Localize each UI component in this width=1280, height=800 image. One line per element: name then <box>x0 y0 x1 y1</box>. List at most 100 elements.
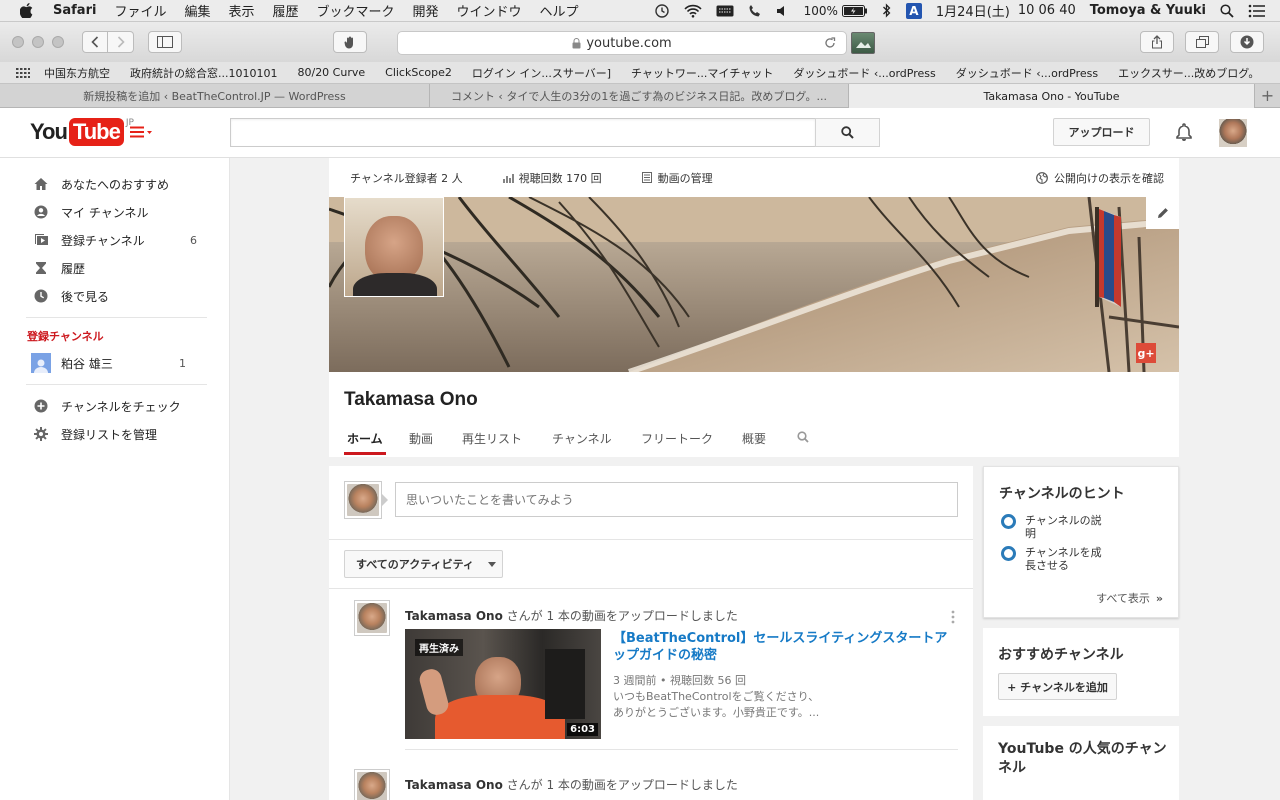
notification-center-icon[interactable] <box>1248 4 1266 18</box>
youtube-logo[interactable]: You Tube JP <box>30 118 134 146</box>
channel-avatar[interactable] <box>344 197 444 297</box>
recommended-channels-card: おすすめチャンネル + チャンネルを追加 <box>983 628 1179 716</box>
bookmark-item[interactable]: ダッシュボード ‹...ordPress <box>956 65 1098 81</box>
tab-wordpress-new-post[interactable]: 新規投稿を追加 ‹ BeatTheControl.JP — WordPress <box>0 84 430 108</box>
menu-app-name[interactable]: Safari <box>53 3 96 18</box>
clock-date[interactable]: 1月24日(土) <box>936 1 1010 20</box>
sidebar-section-title[interactable]: 登録チャンネル <box>0 325 229 349</box>
input-method-icon[interactable]: A <box>905 2 922 19</box>
bookmark-item[interactable]: ClickScope2 <box>385 66 452 79</box>
channel-search-icon[interactable] <box>797 431 809 443</box>
clock-time[interactable]: 10 06 40 <box>1018 3 1076 18</box>
tab-home[interactable]: ホーム <box>347 430 383 447</box>
phone-icon[interactable] <box>748 4 762 18</box>
tab-discussion[interactable]: フリートーク <box>641 430 713 447</box>
activity-filter-dropdown[interactable]: すべてのアクティビティ <box>344 550 503 578</box>
reload-icon[interactable] <box>824 37 836 49</box>
add-channel-button[interactable]: + チャンネルを追加 <box>998 673 1117 700</box>
close-window-button[interactable] <box>12 36 24 48</box>
show-all-tips-link[interactable]: すべて表示» <box>1096 590 1163 606</box>
view-as-public-link[interactable]: 公開向けの表示を確認 <box>1054 170 1164 186</box>
menu-help[interactable]: ヘルプ <box>540 1 579 20</box>
sidebar-item-recommended[interactable]: あなたへのおすすめ <box>0 170 229 198</box>
watched-badge: 再生済み <box>415 639 463 656</box>
logo-tube: Tube <box>68 118 124 146</box>
subscriber-count[interactable]: チャンネル登録者 2 人 <box>350 170 463 186</box>
google-plus-link[interactable]: g+ <box>1136 343 1156 363</box>
bookmark-item[interactable]: 80/20 Curve <box>297 66 365 79</box>
volume-icon[interactable] <box>776 4 790 18</box>
search-input[interactable] <box>230 118 815 147</box>
sidebar-item-history[interactable]: 履歴 <box>0 254 229 282</box>
search-button[interactable] <box>815 118 880 147</box>
bookmark-item[interactable]: エックスサー...改めブログ。 <box>1118 65 1259 81</box>
battery-icon[interactable] <box>841 4 868 17</box>
time-machine-icon[interactable] <box>654 3 670 19</box>
sidebar-item-watch-later[interactable]: 後で見る <box>0 282 229 310</box>
wifi-icon[interactable] <box>683 4 702 18</box>
tip-grow-channel[interactable]: チャンネルを成 長させる <box>1001 546 1102 572</box>
activity-author[interactable]: Takamasa Ono <box>405 778 503 792</box>
keyboard-icon[interactable] <box>716 5 734 17</box>
sidebar-subscription-item[interactable]: 粕谷 雄三 1 <box>0 349 229 377</box>
menu-edit[interactable]: 編集 <box>184 1 210 20</box>
account-avatar[interactable] <box>1219 119 1247 147</box>
tab-wordpress-comments[interactable]: コメント ‹ タイで人生の3分の1を過ごす為のビジネス日記。改めブログ。... <box>430 84 849 108</box>
top-sites-grid-icon[interactable] <box>16 67 30 78</box>
menu-bookmarks[interactable]: ブックマーク <box>317 1 395 20</box>
back-button[interactable] <box>82 31 108 53</box>
menu-history[interactable]: 履歴 <box>272 1 298 20</box>
bookmark-item[interactable]: チャットワー...マイチャット <box>631 65 773 81</box>
user-name[interactable]: Tomoya & Yuuki <box>1090 3 1206 18</box>
show-all-tabs-button[interactable] <box>1185 31 1219 53</box>
reader-hand-button[interactable] <box>333 31 367 53</box>
notifications-bell-icon[interactable] <box>1174 122 1194 142</box>
activity-author[interactable]: Takamasa Ono <box>405 609 503 623</box>
tab-about[interactable]: 概要 <box>742 430 766 447</box>
sidebar-toggle-button[interactable] <box>148 31 182 53</box>
guide-menu-button[interactable] <box>130 126 152 138</box>
post-input[interactable] <box>395 482 958 517</box>
menu-file[interactable]: ファイル <box>114 1 166 20</box>
video-thumbnail[interactable]: 再生済み 6:03 <box>405 629 601 739</box>
bookmark-item[interactable]: 政府統計の総合窓...1010101 <box>130 65 277 81</box>
apple-icon[interactable] <box>20 3 33 18</box>
minimize-window-button[interactable] <box>32 36 44 48</box>
new-tab-button[interactable]: + <box>1255 84 1280 107</box>
downloads-button[interactable] <box>1230 31 1264 53</box>
video-title[interactable]: 【BeatTheControl】セールスライティングスタートアップガイドの秘密 <box>613 630 958 664</box>
tab-videos[interactable]: 動画 <box>409 430 433 447</box>
page-scrollbar[interactable] <box>1274 163 1278 793</box>
activity-author-avatar[interactable] <box>354 600 390 636</box>
video-duration: 6:03 <box>567 723 598 736</box>
sidebar-item-browse-channels[interactable]: チャンネルをチェック <box>0 392 229 420</box>
upload-button[interactable]: アップロード <box>1053 118 1150 146</box>
menu-develop[interactable]: 開発 <box>413 1 439 20</box>
edit-banner-button[interactable] <box>1146 197 1179 229</box>
bookmark-item[interactable]: ログイン イン...スサーバー] <box>472 65 611 81</box>
tip-channel-description[interactable]: チャンネルの説明 <box>1001 514 1102 540</box>
tab-channels[interactable]: チャンネル <box>552 430 612 447</box>
sidebar-item-subscriptions[interactable]: 登録チャンネル 6 <box>0 226 229 254</box>
video-manager-link[interactable]: 動画の管理 <box>658 170 713 186</box>
share-button[interactable] <box>1140 31 1174 53</box>
activity-author-avatar[interactable] <box>354 769 390 800</box>
forward-button[interactable] <box>108 31 134 53</box>
bluetooth-icon[interactable] <box>882 3 892 18</box>
extension-icon[interactable] <box>851 32 875 54</box>
tab-home-underline <box>344 452 386 455</box>
sidebar-item-manage-subscriptions[interactable]: 登録リストを管理 <box>0 420 229 448</box>
activity-menu-icon[interactable] <box>951 610 955 624</box>
menu-view[interactable]: 表示 <box>228 1 254 20</box>
address-bar[interactable]: youtube.com <box>397 31 847 55</box>
view-count[interactable]: 視聴回数 170 回 <box>519 170 602 186</box>
zoom-window-button[interactable] <box>52 36 64 48</box>
menu-window[interactable]: ウインドウ <box>457 1 522 20</box>
sidebar-item-my-channel[interactable]: マイ チャンネル <box>0 198 229 226</box>
tab-youtube[interactable]: Takamasa Ono - YouTube <box>849 84 1255 108</box>
spotlight-icon[interactable] <box>1220 3 1234 18</box>
bookmark-item[interactable]: ダッシュボード ‹...ordPress <box>793 65 935 81</box>
tip-status-icon <box>1001 514 1016 529</box>
tab-playlists[interactable]: 再生リスト <box>462 430 522 447</box>
bookmark-item[interactable]: 中国东方航空 <box>44 65 110 81</box>
